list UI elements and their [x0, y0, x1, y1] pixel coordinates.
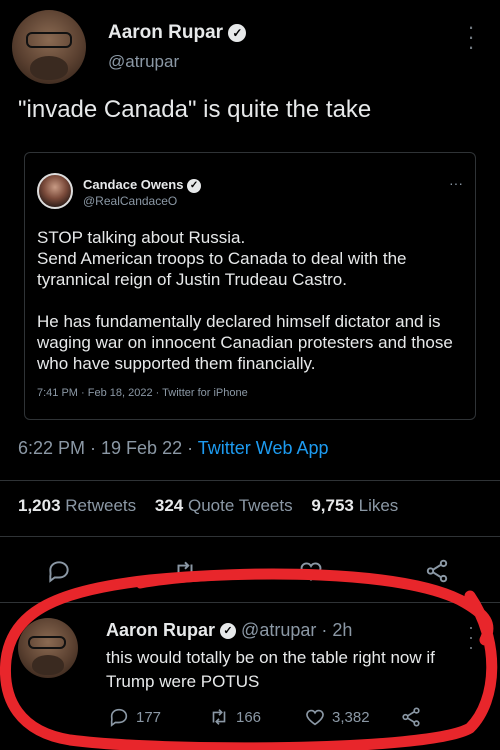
- heart-icon: [306, 709, 324, 726]
- quoted-tweet-text: STOP talking about Russia. Send American…: [37, 227, 467, 395]
- share-icon: [426, 559, 448, 583]
- reply-author-name: Aaron Rupar: [106, 620, 216, 640]
- retweet-count: 166: [236, 708, 262, 726]
- more-options-icon[interactable]: · · ·: [465, 16, 477, 58]
- tweet-timestamp: 6:22 PM · 19 Feb 22 · Twitter Web App: [18, 438, 329, 459]
- like-button[interactable]: [298, 558, 328, 588]
- heart-icon: [300, 562, 322, 581]
- reply-share-action[interactable]: [400, 706, 422, 728]
- verified-badge-icon: ✓: [220, 623, 237, 640]
- quoted-tweet-card[interactable]: Candace Owens ✓ @RealCandaceO ··· STOP t…: [24, 152, 476, 420]
- quoted-more-icon[interactable]: ···: [449, 175, 463, 191]
- share-icon: [402, 707, 420, 727]
- avatar-beard: [32, 655, 64, 675]
- divider-middle: [0, 536, 500, 537]
- retweet-button[interactable]: [172, 558, 202, 588]
- quoted-author-handle: @RealCandaceO: [83, 194, 178, 208]
- verified-badge-icon: ✓: [228, 23, 247, 42]
- divider-bottom: [0, 602, 500, 603]
- avatar-glasses: [26, 32, 72, 48]
- quoted-author-name: Candace Owens ✓: [83, 177, 202, 193]
- source-app-link[interactable]: Twitter Web App: [198, 438, 329, 458]
- share-button[interactable]: [424, 558, 454, 588]
- retweets-stat[interactable]: 1,203 Retweets: [18, 496, 136, 515]
- quoted-tweet-meta: 7:41 PM · Feb 18, 2022 · Twitter for iPh…: [37, 387, 248, 399]
- reply-icon: [49, 561, 69, 583]
- reply-author-avatar[interactable]: [18, 618, 78, 678]
- like-count: 3,382: [332, 708, 370, 726]
- reply-button[interactable]: [46, 558, 76, 588]
- author-avatar[interactable]: [12, 10, 86, 84]
- avatar-beard: [30, 56, 68, 80]
- quoted-author-avatar: [37, 173, 73, 209]
- reply-icon: [110, 708, 128, 727]
- retweet-icon: [212, 709, 226, 725]
- retweet-icon: [177, 561, 193, 581]
- reply-author-handle: @atrupar · 2h: [241, 620, 353, 640]
- author-handle[interactable]: @atrupar: [108, 52, 179, 72]
- timestamp-text: 6:22 PM · 19 Feb 22 ·: [18, 438, 198, 458]
- avatar-glasses: [28, 636, 66, 649]
- reply-reply-action[interactable]: 177: [108, 706, 161, 728]
- reply-text: this would totally be on the table right…: [106, 648, 435, 691]
- likes-stat[interactable]: 9,753 Likes: [311, 496, 398, 515]
- verified-badge-icon: ✓: [187, 178, 202, 193]
- author-name[interactable]: Aaron Rupar ✓: [108, 22, 247, 44]
- quoted-paragraph-2: He has fundamentally declared himself di…: [37, 312, 453, 373]
- reply-count: 177: [136, 708, 162, 726]
- divider-top: [0, 480, 500, 481]
- reply-retweet-action[interactable]: 166: [208, 706, 261, 728]
- quote-tweets-stat[interactable]: 324 Quote Tweets: [155, 496, 293, 515]
- reply-author-line[interactable]: Aaron Rupar ✓ @atrupar · 2h: [106, 620, 352, 641]
- tweet-stats: 1,203 Retweets 324 Quote Tweets 9,753 Li…: [18, 496, 412, 516]
- tweet-text: "invade Canada" is quite the take: [18, 96, 372, 123]
- quoted-paragraph-1: STOP talking about Russia. Send American…: [37, 228, 407, 289]
- reply-like-action[interactable]: 3,382: [304, 706, 370, 728]
